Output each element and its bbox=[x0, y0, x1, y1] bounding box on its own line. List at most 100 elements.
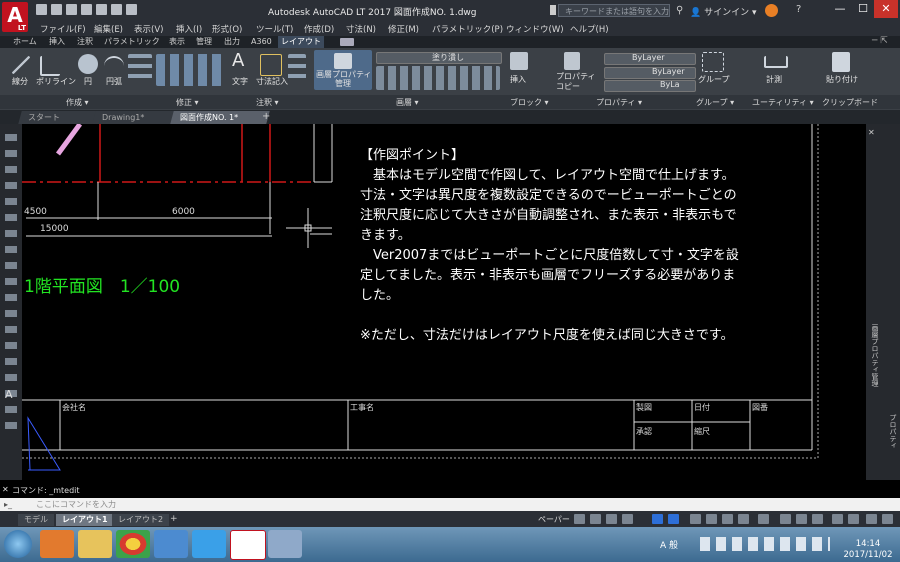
panel-title-annotation[interactable]: 注釈 ▾ bbox=[256, 97, 279, 108]
group-icon[interactable] bbox=[702, 52, 724, 72]
layer-tools-icons[interactable] bbox=[376, 66, 500, 90]
open-icon[interactable] bbox=[51, 4, 62, 15]
layout-tab-layout2[interactable]: レイアウト2 bbox=[112, 514, 170, 526]
palette-properties-label[interactable]: プロパティ bbox=[886, 414, 898, 464]
undo-icon[interactable] bbox=[111, 4, 122, 15]
snap-icon[interactable] bbox=[590, 514, 601, 524]
text-icon[interactable]: A bbox=[232, 50, 244, 71]
doc-tab-start[interactable]: スタート bbox=[18, 111, 100, 124]
paste-icon[interactable] bbox=[832, 52, 850, 72]
panel-title-modify[interactable]: 修正 ▾ bbox=[176, 97, 199, 108]
panel-title-clipboard[interactable]: クリップボード bbox=[822, 97, 878, 108]
match-properties-icon[interactable] bbox=[564, 52, 580, 70]
media-player-icon[interactable] bbox=[40, 530, 74, 558]
tab-view[interactable]: 表示 bbox=[166, 36, 188, 48]
paper-space-toggle[interactable]: ペーパー bbox=[538, 514, 570, 525]
layout-tab-model[interactable]: モデル bbox=[18, 514, 54, 526]
tab-insert[interactable]: 挿入 bbox=[46, 36, 68, 48]
doc-tab-drawing1[interactable]: Drawing1* bbox=[92, 111, 176, 124]
menu-window[interactable]: ウィンドウ(W) bbox=[506, 23, 564, 35]
gear-icon[interactable] bbox=[758, 514, 769, 524]
chrome-icon[interactable] bbox=[116, 530, 150, 558]
menu-insert[interactable]: 挿入(I) bbox=[176, 23, 202, 35]
menu-file[interactable]: ファイル(F) bbox=[40, 23, 86, 35]
tab-layout[interactable]: レイアウト bbox=[278, 36, 324, 48]
menu-help[interactable]: ヘルプ(H) bbox=[570, 23, 609, 35]
menu-tools[interactable]: ツール(T) bbox=[256, 23, 293, 35]
explorer-icon[interactable] bbox=[78, 530, 112, 558]
panel-title-draw[interactable]: 作成 ▾ bbox=[66, 97, 89, 108]
units-icon[interactable] bbox=[796, 514, 807, 524]
plot-icon[interactable] bbox=[96, 4, 107, 15]
add-layout-icon[interactable]: + bbox=[170, 514, 178, 524]
save-icon[interactable] bbox=[66, 4, 77, 15]
circle-icon[interactable] bbox=[78, 54, 98, 74]
clean-screen-icon[interactable] bbox=[848, 514, 859, 524]
menu-edit[interactable]: 編集(E) bbox=[94, 23, 123, 35]
taskbar-clock[interactable]: 14:14 2017/11/02 bbox=[838, 539, 898, 561]
annotation-more-icons[interactable] bbox=[288, 54, 306, 84]
polyline-icon[interactable] bbox=[40, 56, 60, 76]
tab-parametric[interactable]: パラメトリック bbox=[101, 36, 163, 48]
ribbon-toggle-icon[interactable] bbox=[340, 38, 354, 46]
polar-icon[interactable] bbox=[622, 514, 633, 524]
transparency-icon[interactable] bbox=[690, 514, 701, 524]
text-tool-icon[interactable]: A bbox=[5, 388, 13, 401]
help-icon[interactable]: ? bbox=[796, 4, 801, 15]
menu-format[interactable]: 形式(O) bbox=[212, 23, 242, 35]
menu-view[interactable]: 表示(V) bbox=[134, 23, 163, 35]
annotation-scale-icon[interactable] bbox=[722, 514, 733, 524]
ime-indicator[interactable]: A 般 bbox=[660, 538, 678, 551]
menu-modify[interactable]: 修正(M) bbox=[388, 23, 419, 35]
annotation-monitor-icon[interactable] bbox=[780, 514, 791, 524]
tab-manage[interactable]: 管理 bbox=[193, 36, 215, 48]
a360-icon[interactable] bbox=[765, 4, 778, 17]
hardware-acceleration-icon[interactable] bbox=[832, 514, 843, 524]
arc-icon[interactable] bbox=[104, 56, 124, 74]
doc-tab-active[interactable]: 図面作成NO. 1* bbox=[170, 111, 270, 124]
ribbon-minimize-icon[interactable]: ─ ⇱ bbox=[872, 36, 888, 46]
panel-title-block[interactable]: ブロック ▾ bbox=[510, 97, 549, 108]
menu-dimension[interactable]: 寸法(N) bbox=[346, 23, 376, 35]
application-menu-button[interactable]: A LT bbox=[2, 2, 28, 32]
tab-output[interactable]: 出力 bbox=[221, 36, 243, 48]
line-icon[interactable] bbox=[12, 56, 30, 74]
minimize-button[interactable]: — bbox=[828, 0, 852, 18]
draw-more-icons[interactable] bbox=[128, 54, 152, 84]
measure-icon[interactable] bbox=[764, 56, 788, 68]
command-line[interactable]: ▸_ ここにコマンドを入力 bbox=[0, 498, 900, 511]
internet-explorer-icon[interactable] bbox=[192, 530, 226, 558]
lineweight-dropdown[interactable] bbox=[604, 80, 696, 92]
panel-title-utilities[interactable]: ユーティリティ ▾ bbox=[752, 97, 814, 108]
palette-layer-properties-label[interactable]: 画層プロパティ管理 bbox=[868, 324, 880, 404]
layout-tab-layout1[interactable]: レイアウト1 bbox=[56, 514, 114, 526]
menu-parametric[interactable]: パラメトリック(P) bbox=[432, 23, 503, 35]
tab-annotate[interactable]: 注釈 bbox=[74, 36, 96, 48]
system-tray-icons[interactable] bbox=[700, 537, 830, 551]
osnap-icon[interactable] bbox=[652, 514, 663, 524]
menu-draw[interactable]: 作成(D) bbox=[304, 23, 334, 35]
paint-icon[interactable] bbox=[268, 530, 302, 558]
search-input[interactable]: キーワードまたは語句を入力 bbox=[558, 4, 670, 17]
insert-block-icon[interactable] bbox=[510, 52, 528, 70]
signin-link[interactable]: 👤 サインイン ▾ bbox=[690, 5, 757, 18]
autocad-taskbar-icon[interactable] bbox=[230, 530, 266, 560]
customize-icon[interactable] bbox=[866, 514, 877, 524]
tab-a360[interactable]: A360 bbox=[248, 36, 275, 48]
save-as-icon[interactable] bbox=[81, 4, 92, 15]
workspace-icon[interactable] bbox=[738, 514, 749, 524]
isolate-icon[interactable] bbox=[812, 514, 823, 524]
command-history-close-icon[interactable]: ✕ bbox=[2, 485, 9, 494]
tab-home[interactable]: ホーム bbox=[10, 36, 40, 48]
panel-title-groups[interactable]: グループ ▾ bbox=[696, 97, 734, 108]
start-button[interactable] bbox=[4, 530, 32, 558]
thunderbird-icon[interactable] bbox=[154, 530, 188, 558]
dimension-icon[interactable] bbox=[260, 54, 282, 76]
selection-cycling-icon[interactable] bbox=[706, 514, 717, 524]
palette-close-icon[interactable]: ✕ bbox=[868, 128, 875, 137]
close-button[interactable]: ✕ bbox=[874, 0, 898, 18]
drawing-notes-mtext[interactable]: 【作図ポイント】 基本はモデル空間で作図して、レイアウト空間で仕上げます。寸法・… bbox=[360, 146, 740, 346]
panel-title-layers[interactable]: 画層 ▾ bbox=[396, 97, 419, 108]
redo-icon[interactable] bbox=[126, 4, 137, 15]
ortho-icon[interactable] bbox=[606, 514, 617, 524]
